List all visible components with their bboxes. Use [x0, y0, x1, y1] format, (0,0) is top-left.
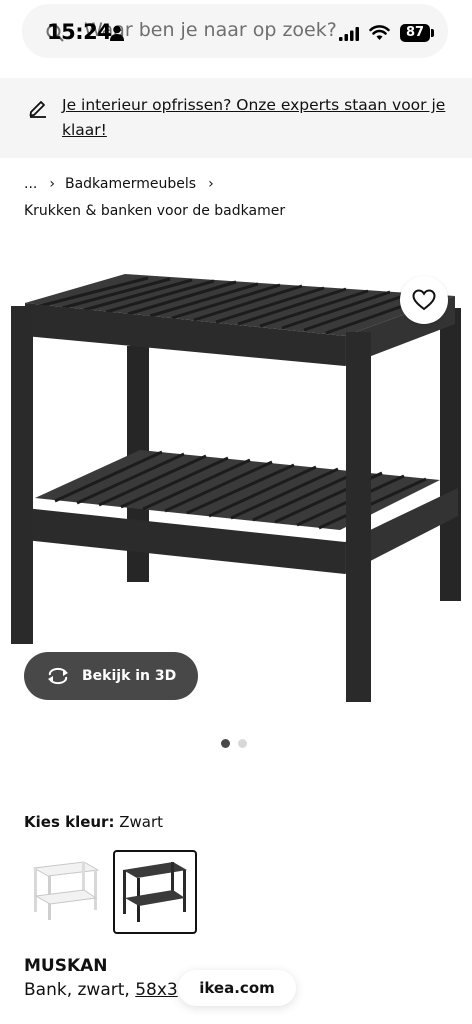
signal-icon	[339, 27, 359, 41]
breadcrumb-item-more[interactable]: ...	[24, 176, 37, 192]
view-3d-button[interactable]: Bekijk in 3D	[24, 652, 198, 700]
carousel-dots	[221, 739, 247, 748]
pencil-icon	[29, 101, 46, 118]
breadcrumb: ... › Badkamermeubels ›	[24, 173, 224, 195]
product-image[interactable]	[0, 258, 472, 708]
product-name: MUSKAN	[24, 956, 108, 976]
bench-illustration	[11, 274, 461, 702]
color-swatch-black[interactable]	[113, 850, 197, 934]
breadcrumb-item-badkamermeubels[interactable]: Badkamermeubels	[65, 176, 196, 192]
color-label: Kies kleur:	[24, 813, 115, 831]
color-value: Zwart	[119, 813, 164, 831]
person-icon	[110, 25, 124, 41]
favorite-button[interactable]	[400, 276, 448, 324]
chevron-right-icon: ›	[49, 176, 55, 192]
wifi-icon	[369, 25, 390, 40]
browser-url-bar[interactable]: ikea.com	[178, 970, 296, 1006]
chevron-right-icon: ›	[208, 176, 214, 192]
battery-level: 87	[405, 25, 425, 40]
product-description: Bank, zwart, 58x3	[24, 980, 178, 1000]
carousel-dot[interactable]	[238, 739, 247, 748]
status-time: 15:24	[47, 20, 112, 44]
battery-cap	[431, 29, 434, 37]
bench-black-thumbnail	[123, 862, 187, 922]
heart-icon	[412, 289, 436, 311]
bench-white-thumbnail	[32, 861, 100, 920]
url-text: ikea.com	[199, 979, 275, 997]
rotate-3d-icon	[48, 667, 68, 685]
product-desc-prefix: Bank, zwart,	[24, 980, 136, 1000]
product-dimensions-link[interactable]: 58x3	[135, 980, 178, 1000]
carousel-dot[interactable]	[221, 739, 230, 748]
view-3d-label: Bekijk in 3D	[82, 668, 177, 684]
color-selector-label: Kies kleur: Zwart	[24, 813, 163, 831]
breadcrumb-subcategory[interactable]: Krukken & banken voor de badkamer	[24, 203, 285, 219]
banner-link[interactable]: Je interieur opfrissen? Onze experts sta…	[62, 93, 452, 143]
color-swatch-white[interactable]	[24, 850, 108, 934]
